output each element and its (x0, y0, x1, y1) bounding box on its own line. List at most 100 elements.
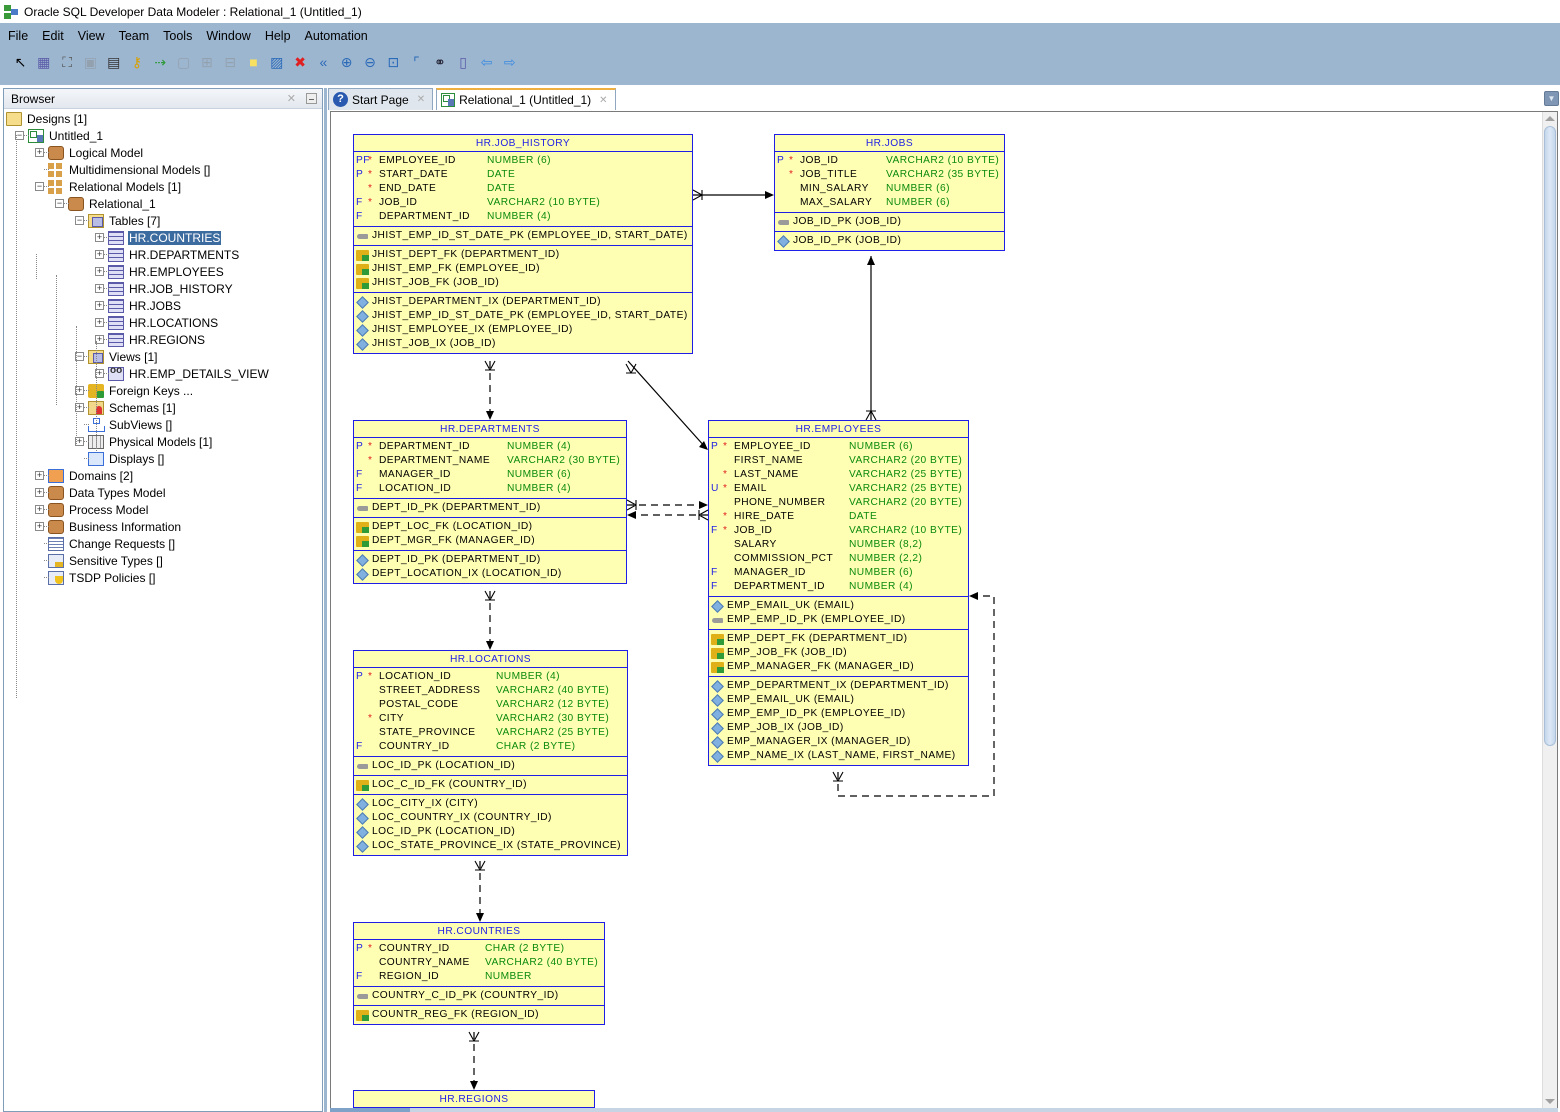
zoom-out-icon[interactable]: ⊖ (361, 54, 378, 71)
tree-item[interactable]: SubViews [] (88, 416, 173, 433)
expand-icon[interactable]: + (35, 505, 44, 514)
tree-item[interactable]: Foreign Keys ... (88, 382, 194, 399)
menu-team[interactable]: Team (119, 29, 150, 43)
column-row[interactable]: F COUNTRY_ID CHAR (2 BYTE) (354, 740, 627, 754)
disabled-3-icon[interactable]: ⊟ (222, 54, 239, 71)
tab-close-icon[interactable]: ✕ (599, 95, 607, 106)
tab-start-page[interactable]: ? Start Page ✕ (328, 88, 434, 110)
tree-item[interactable]: Schemas [1] (88, 399, 177, 416)
forward-icon[interactable]: ⇨ (501, 54, 518, 71)
menu-window[interactable]: Window (206, 29, 250, 43)
column-row[interactable]: * DEPARTMENT_NAME VARCHAR2 (30 BYTE) (354, 454, 626, 468)
index-row[interactable]: LOC_ID_PK (LOCATION_ID) (354, 825, 627, 839)
diagram-canvas[interactable]: HR.JOB_HISTORY P F * EMPLOYEE_ID NUMBER (6) P *… (330, 111, 1558, 1109)
column-row[interactable]: MAX_SALARY NUMBER (6) (775, 196, 1004, 210)
column-row[interactable]: STATE_PROVINCE VARCHAR2 (25 BYTE) (354, 726, 627, 740)
new-fk-icon[interactable]: ⚷ (128, 54, 145, 71)
tab-relational-1[interactable]: Relational_1 (Untitled_1) ✕ (436, 88, 616, 110)
back-icon[interactable]: ⇦ (478, 54, 495, 71)
tree-item[interactable]: HR.EMPLOYEES (108, 263, 225, 280)
tree-item[interactable]: Sensitive Types [] (48, 552, 164, 569)
collapse-icon[interactable]: − (75, 216, 84, 225)
expand-icon[interactable]: + (95, 284, 104, 293)
index-row[interactable]: EMP_EMP_ID_PK (EMPLOYEE_ID) (709, 707, 968, 721)
fit-screen-icon[interactable]: ⊡ (385, 54, 402, 71)
index-row[interactable]: EMP_NAME_IX (LAST_NAME, FIRST_NAME) (709, 749, 968, 763)
table-departments[interactable]: HR.DEPARTMENTS P * DEPARTMENT_ID NUMBER (4) *… (353, 420, 627, 584)
index-row[interactable]: LOC_STATE_PROVINCE_IX (STATE_PROVINCE) (354, 839, 627, 853)
disabled-1-icon[interactable]: ▢ (175, 54, 192, 71)
column-row[interactable]: P * JOB_ID VARCHAR2 (10 BYTE) (775, 154, 1004, 168)
find-icon[interactable]: ⚭ (431, 54, 448, 71)
tree-item[interactable]: TSDP Policies [] (48, 569, 156, 586)
collapse-icon[interactable]: − (55, 199, 64, 208)
table-job-history[interactable]: HR.JOB_HISTORY PF * EMPLOYEE_ID NUMBER (6) P *… (353, 134, 693, 354)
tree-item[interactable]: Views [1] (88, 348, 158, 365)
new-table-icon[interactable]: ▦ (35, 54, 52, 71)
tree-item[interactable]: HR.COUNTRIES (108, 229, 222, 246)
column-row[interactable]: U * EMAIL VARCHAR2 (25 BYTE) (709, 482, 968, 496)
menu-automation[interactable]: Automation (305, 29, 368, 43)
menu-tools[interactable]: Tools (163, 29, 192, 43)
column-row[interactable]: F MANAGER_ID NUMBER (6) (354, 468, 626, 482)
column-row[interactable]: POSTAL_CODE VARCHAR2 (12 BYTE) (354, 698, 627, 712)
column-row[interactable]: P * COUNTRY_ID CHAR (2 BYTE) (354, 942, 604, 956)
tree-item[interactable]: Tables [7] (88, 212, 161, 229)
expand-icon[interactable]: + (35, 148, 44, 157)
tree-item[interactable]: HR.JOBS (108, 297, 182, 314)
rel-jhist-emp[interactable] (627, 360, 707, 449)
tree-item[interactable]: Domains [2] (48, 467, 134, 484)
merge-table-icon[interactable]: ▤ (105, 54, 122, 71)
primary-key-row[interactable]: EMP_EMP_ID_PK (EMPLOYEE_ID) (709, 613, 968, 627)
table-countries[interactable]: HR.COUNTRIES P * COUNTRY_ID CHAR (2 BYTE) COU… (353, 922, 605, 1025)
primary-key-row[interactable]: LOC_ID_PK (LOCATION_ID) (354, 759, 627, 773)
tree-item[interactable]: HR.REGIONS (108, 331, 206, 348)
column-row[interactable]: COUNTRY_NAME VARCHAR2 (40 BYTE) (354, 956, 604, 970)
tree-item[interactable]: Data Types Model (48, 484, 167, 501)
delete-icon[interactable]: ✖ (292, 54, 309, 71)
expand-icon[interactable]: + (95, 233, 104, 242)
menu-edit[interactable]: Edit (42, 29, 64, 43)
index-row[interactable]: LOC_CITY_IX (CITY) (354, 797, 627, 811)
column-row[interactable]: F DEPARTMENT_ID NUMBER (4) (354, 210, 692, 224)
index-row[interactable]: JHIST_EMPLOYEE_IX (EMPLOYEE_ID) (354, 323, 692, 337)
column-row[interactable]: * CITY VARCHAR2 (30 BYTE) (354, 712, 627, 726)
tree-item[interactable]: Business Information (48, 518, 182, 535)
expand-icon[interactable]: + (95, 301, 104, 310)
index-row[interactable]: LOC_COUNTRY_IX (COUNTRY_ID) (354, 811, 627, 825)
index-row[interactable]: JHIST_EMP_ID_ST_DATE_PK (EMPLOYEE_ID, ST… (354, 309, 692, 323)
tree-item[interactable]: Multidimensional Models [] (48, 161, 211, 178)
tree-item[interactable]: Relational Models [1] (48, 178, 182, 195)
scrollbar-thumb[interactable] (1544, 126, 1556, 746)
hscroll-thumb[interactable] (330, 1108, 410, 1112)
primary-key-row[interactable]: JOB_ID_PK (JOB_ID) (775, 215, 1004, 229)
menu-view[interactable]: View (78, 29, 105, 43)
foreign-key-row[interactable]: EMP_JOB_FK (JOB_ID) (709, 646, 968, 660)
expand-icon[interactable]: + (35, 488, 44, 497)
vertical-scrollbar[interactable] (1542, 112, 1557, 1108)
foreign-key-row[interactable]: EMP_DEPT_FK (DEPARTMENT_ID) (709, 632, 968, 646)
foreign-key-row[interactable]: COUNTR_REG_FK (REGION_ID) (354, 1008, 604, 1022)
tab-list-dropdown-icon[interactable]: ▼ (1544, 91, 1559, 106)
default-size-icon[interactable]: ⌜ (408, 54, 425, 71)
column-row[interactable]: STREET_ADDRESS VARCHAR2 (40 BYTE) (354, 684, 627, 698)
tree-item[interactable]: Physical Models [1] (88, 433, 213, 450)
arrow-link-icon[interactable]: ⇢ (152, 54, 169, 71)
foreign-key-row[interactable]: DEPT_MGR_FK (MANAGER_ID) (354, 534, 626, 548)
column-row[interactable]: FIRST_NAME VARCHAR2 (20 BYTE) (709, 454, 968, 468)
foreign-key-row[interactable]: JHIST_JOB_FK (JOB_ID) (354, 276, 692, 290)
index-row[interactable]: EMP_JOB_IX (JOB_ID) (709, 721, 968, 735)
primary-key-row[interactable]: DEPT_ID_PK (DEPARTMENT_ID) (354, 501, 626, 515)
tree-item[interactable]: Untitled_1 (28, 127, 104, 144)
collapse-icon[interactable]: − (35, 182, 44, 191)
browser-close-icon[interactable]: ✕ (287, 92, 296, 105)
expand-icon[interactable]: + (35, 522, 44, 531)
menu-file[interactable]: File (8, 29, 28, 43)
tree-item[interactable]: Displays [] (88, 450, 165, 467)
column-row[interactable]: * HIRE_DATE DATE (709, 510, 968, 524)
index-row[interactable]: EMP_MANAGER_IX (MANAGER_ID) (709, 735, 968, 749)
table-regions[interactable]: HR.REGIONS (353, 1090, 595, 1108)
column-row[interactable]: F REGION_ID NUMBER (354, 970, 604, 984)
index-row[interactable]: DEPT_ID_PK (DEPARTMENT_ID) (354, 553, 626, 567)
scroll-up-icon[interactable] (1545, 116, 1555, 121)
